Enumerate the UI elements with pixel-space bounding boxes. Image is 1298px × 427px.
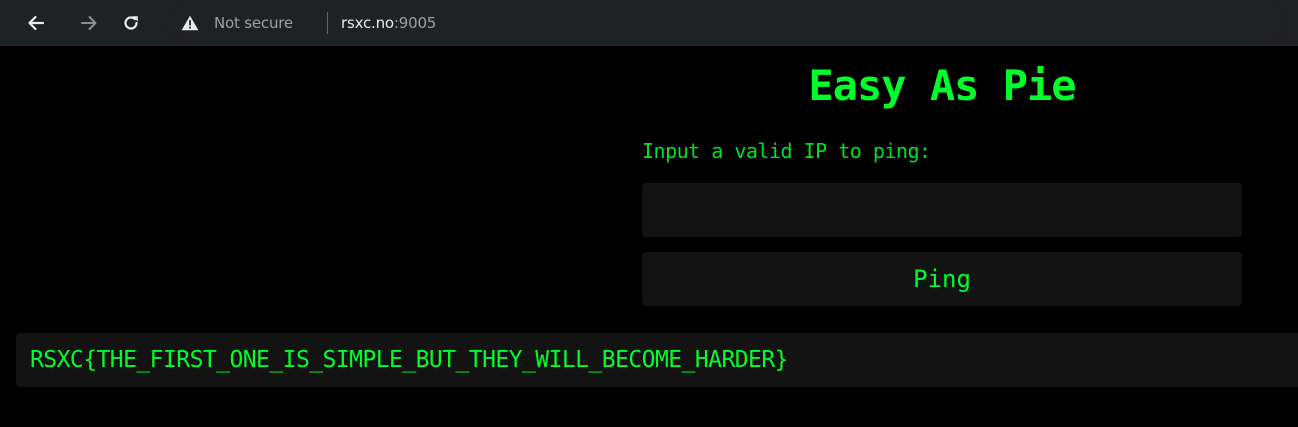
page-title: Easy As Pie bbox=[808, 61, 1076, 110]
url-port: :9005 bbox=[393, 14, 437, 32]
reload-button[interactable] bbox=[117, 9, 145, 37]
forward-button[interactable] bbox=[75, 9, 103, 37]
browser-toolbar: Not secure rsxc.no:9005 bbox=[0, 0, 1298, 46]
arrow-left-icon bbox=[26, 13, 46, 33]
ping-button[interactable]: Ping bbox=[642, 252, 1242, 306]
back-button[interactable] bbox=[22, 9, 50, 37]
address-bar[interactable]: Not secure rsxc.no:9005 bbox=[167, 6, 1287, 40]
ping-output: RSXC{THE_FIRST_ONE_IS_SIMPLE_BUT_THEY_WI… bbox=[16, 333, 1298, 387]
url-host: rsxc.no bbox=[341, 14, 394, 32]
ip-prompt-label: Input a valid IP to ping: bbox=[642, 139, 931, 163]
url-text[interactable]: rsxc.no:9005 bbox=[341, 14, 436, 32]
reload-icon bbox=[121, 13, 141, 33]
security-status-label[interactable]: Not secure bbox=[214, 14, 293, 32]
omnibox-divider bbox=[327, 12, 328, 34]
page-content: Easy As Pie Input a valid IP to ping: Pi… bbox=[0, 46, 1298, 427]
ip-input[interactable] bbox=[642, 183, 1242, 237]
warning-triangle-icon[interactable] bbox=[181, 15, 199, 31]
arrow-right-icon bbox=[79, 13, 99, 33]
